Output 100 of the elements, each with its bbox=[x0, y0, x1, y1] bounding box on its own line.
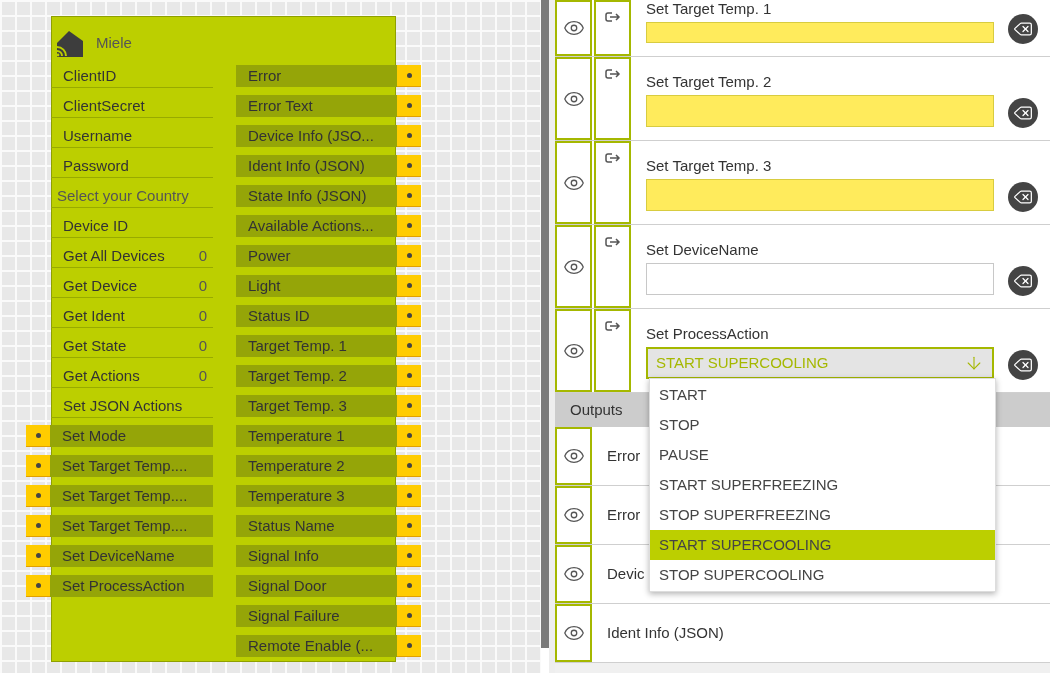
input-pin[interactable] bbox=[26, 425, 50, 447]
output-port: Status Name bbox=[236, 515, 397, 537]
output-port: Remote Enable (... bbox=[236, 635, 397, 657]
input-value: 0 bbox=[198, 336, 207, 356]
clear-button[interactable] bbox=[1007, 98, 1038, 128]
output-pin[interactable] bbox=[397, 185, 421, 207]
output-pin[interactable] bbox=[397, 575, 421, 597]
output-pin[interactable] bbox=[397, 455, 421, 477]
visibility-toggle[interactable] bbox=[555, 545, 592, 603]
output-port: Available Actions... bbox=[236, 215, 397, 237]
text-field[interactable] bbox=[646, 22, 994, 43]
input-port: Set ProcessAction bbox=[50, 575, 213, 597]
output-port: Signal Door bbox=[236, 575, 397, 597]
field-label: Set ProcessAction bbox=[646, 325, 770, 343]
input-label: ClientID bbox=[63, 66, 117, 86]
output-pin[interactable] bbox=[397, 215, 421, 237]
scrollbar[interactable] bbox=[541, 0, 549, 648]
input-port: Set Mode bbox=[50, 425, 213, 447]
output-pin[interactable] bbox=[397, 155, 421, 177]
output-pin[interactable] bbox=[397, 335, 421, 357]
visibility-toggle[interactable] bbox=[555, 57, 592, 140]
dropdown-option[interactable]: STOP bbox=[650, 410, 995, 440]
output-pin[interactable] bbox=[397, 365, 421, 387]
output-pin[interactable] bbox=[397, 515, 421, 537]
field-label: Set DeviceName bbox=[646, 241, 760, 259]
text-field[interactable] bbox=[646, 263, 994, 295]
clear-button[interactable] bbox=[1007, 182, 1038, 212]
visibility-toggle[interactable] bbox=[555, 141, 592, 224]
visibility-toggle[interactable] bbox=[555, 427, 592, 485]
clear-button[interactable] bbox=[1007, 350, 1038, 380]
text-field[interactable] bbox=[646, 179, 994, 211]
output-label: Error bbox=[606, 504, 641, 525]
visibility-toggle[interactable] bbox=[555, 486, 592, 544]
input-pin[interactable] bbox=[26, 575, 50, 597]
smart-home-icon bbox=[55, 29, 84, 58]
dropdown-option[interactable]: START SUPERFREEZING bbox=[650, 470, 995, 500]
clear-button[interactable] bbox=[1007, 266, 1038, 296]
input-label: Get All Devices bbox=[63, 246, 165, 266]
output-pin[interactable] bbox=[397, 65, 421, 87]
dropdown-option[interactable]: STOP SUPERFREEZING bbox=[650, 500, 995, 530]
field-label: Set Target Temp. 1 bbox=[646, 0, 773, 18]
input-value: 0 bbox=[198, 246, 207, 266]
input-label: Username bbox=[63, 126, 133, 146]
output-pin[interactable] bbox=[397, 425, 421, 447]
visibility-toggle[interactable] bbox=[555, 309, 592, 392]
output-pin[interactable] bbox=[397, 485, 421, 507]
text-field[interactable] bbox=[646, 95, 994, 127]
port-toggle[interactable] bbox=[594, 309, 631, 392]
input-port: Set Target Temp.... bbox=[50, 455, 213, 477]
output-pin[interactable] bbox=[397, 275, 421, 297]
port-toggle[interactable] bbox=[594, 0, 631, 56]
output-port: Temperature 2 bbox=[236, 455, 397, 477]
port-toggle[interactable] bbox=[594, 141, 631, 224]
input-port: Set DeviceName bbox=[50, 545, 213, 567]
input-pin[interactable] bbox=[26, 455, 50, 477]
dropdown-option[interactable]: PAUSE bbox=[650, 440, 995, 470]
output-pin[interactable] bbox=[397, 125, 421, 147]
visibility-toggle[interactable] bbox=[555, 225, 592, 308]
port-toggle[interactable] bbox=[594, 57, 631, 140]
output-port: Status ID bbox=[236, 305, 397, 327]
field-label: Set Target Temp. 2 bbox=[646, 73, 773, 91]
output-port: Signal Info bbox=[236, 545, 397, 567]
output-port: Ident Info (JSON) bbox=[236, 155, 397, 177]
input-label: Get State bbox=[63, 336, 127, 356]
output-pin[interactable] bbox=[397, 95, 421, 117]
output-pin[interactable] bbox=[397, 545, 421, 567]
input-value: 0 bbox=[198, 276, 207, 296]
output-port: State Info (JSON) bbox=[236, 185, 397, 207]
dropdown-option[interactable]: START bbox=[650, 380, 995, 410]
input-pin[interactable] bbox=[26, 485, 50, 507]
visibility-toggle[interactable] bbox=[555, 0, 592, 56]
port-arrow-icon bbox=[604, 152, 621, 164]
output-pin[interactable] bbox=[397, 395, 421, 417]
output-port: Error Text bbox=[236, 95, 397, 117]
clear-button[interactable] bbox=[1007, 14, 1038, 44]
output-port: Power bbox=[236, 245, 397, 267]
output-pin[interactable] bbox=[397, 605, 421, 627]
output-port: Target Temp. 1 bbox=[236, 335, 397, 357]
visibility-toggle[interactable] bbox=[555, 604, 592, 662]
input-label: Device ID bbox=[63, 216, 129, 236]
input-label: Get Device bbox=[63, 276, 138, 296]
country-select[interactable]: Select your Country bbox=[51, 185, 213, 208]
dropdown-option[interactable]: START SUPERCOOLING bbox=[650, 530, 995, 560]
input-pin[interactable] bbox=[26, 545, 50, 567]
output-pin[interactable] bbox=[397, 245, 421, 267]
dropdown-option[interactable]: STOP SUPERCOOLING bbox=[650, 560, 995, 590]
output-pin[interactable] bbox=[397, 635, 421, 657]
port-arrow-icon bbox=[604, 11, 621, 23]
input-port: Set Target Temp.... bbox=[50, 515, 213, 537]
port-arrow-icon bbox=[604, 320, 621, 332]
output-port: Error bbox=[236, 65, 397, 87]
output-label: Error bbox=[606, 445, 641, 466]
port-toggle[interactable] bbox=[594, 225, 631, 308]
node-title: Miele bbox=[96, 33, 132, 54]
input-value: 0 bbox=[198, 306, 207, 326]
input-pin[interactable] bbox=[26, 515, 50, 537]
output-pin[interactable] bbox=[397, 305, 421, 327]
output-label: Devic bbox=[606, 563, 645, 584]
output-port: Device Info (JSO... bbox=[236, 125, 397, 147]
output-port: Temperature 1 bbox=[236, 425, 397, 447]
